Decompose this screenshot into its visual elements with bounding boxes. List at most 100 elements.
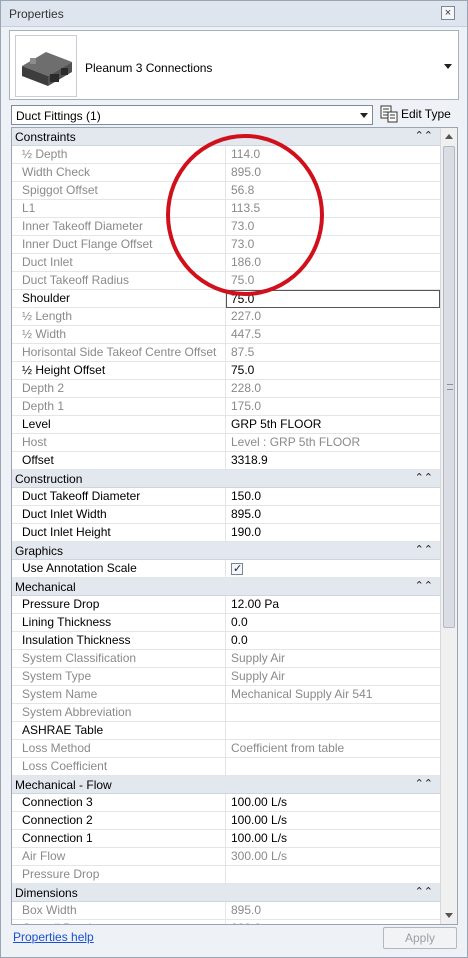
section-header[interactable]: Mechanical ⌃⌃	[12, 578, 441, 596]
property-name: Duct Inlet Height	[12, 524, 226, 542]
property-name: ½ Depth	[12, 146, 226, 164]
property-name: Pressure Drop	[12, 596, 226, 614]
collapse-icon[interactable]: ⌃⌃	[415, 579, 433, 592]
property-value	[227, 704, 441, 722]
section-header[interactable]: Constraints ⌃⌃	[12, 128, 441, 146]
section-header[interactable]: Graphics ⌃⌃	[12, 542, 441, 560]
property-value[interactable]: 12.00 Pa	[227, 596, 441, 614]
collapse-icon[interactable]: ⌃⌃	[415, 129, 433, 142]
property-value: 56.8	[231, 183, 255, 197]
property-value: 229.0	[227, 920, 441, 924]
property-row: Inner Duct Flange Offset 73.0	[12, 236, 441, 254]
close-icon[interactable]: ×	[441, 6, 455, 20]
property-row: Duct Inlet Width 895.0	[12, 506, 441, 524]
property-row: Width Check 895.0	[12, 164, 441, 182]
property-name: Depth 2	[12, 380, 226, 398]
property-value: 175.0	[231, 399, 262, 413]
property-row: Box Width 895.0	[12, 902, 441, 920]
property-value[interactable]: 100.00 L/s	[227, 794, 441, 812]
edit-type-button[interactable]: Edit Type	[378, 103, 458, 125]
property-value: 114.0	[231, 147, 261, 161]
property-value: Level : GRP 5th FLOOR	[231, 435, 361, 449]
window-title: Properties	[9, 7, 64, 21]
collapse-icon[interactable]: ⌃⌃	[415, 885, 433, 898]
property-row: Host Level : GRP 5th FLOOR	[12, 434, 441, 452]
property-row: Loss Coefficient	[12, 758, 441, 776]
section-name: Mechanical - Flow	[15, 778, 112, 792]
section-header[interactable]: Construction ⌃⌃	[12, 470, 441, 488]
property-value[interactable]: 0.0	[227, 614, 441, 632]
property-row: ½ Depth 114.0	[12, 146, 441, 164]
property-row: Duct Takeoff Radius 75.0	[12, 272, 441, 290]
property-row: ½ Width 447.5	[12, 326, 441, 344]
property-name: Horisontal Side Takeof Centre Offset	[12, 344, 226, 362]
title-bar[interactable]: Properties ×	[1, 1, 467, 27]
property-value: 73.0	[231, 219, 255, 233]
annotation-scale-checkbox[interactable]	[231, 561, 243, 578]
property-value[interactable]: GRP 5th FLOOR	[227, 416, 441, 434]
property-row: L1 113.5	[12, 200, 441, 218]
scroll-down-icon[interactable]	[445, 913, 453, 918]
property-value: Mechanical Supply Air 541	[231, 687, 373, 701]
collapse-icon[interactable]: ⌃⌃	[415, 777, 433, 790]
section-name: Construction	[15, 472, 83, 486]
property-row: ½ Length 227.0	[12, 308, 441, 326]
property-name: Spiggot Offset	[12, 182, 226, 200]
property-value: Supply Air	[231, 669, 286, 683]
property-name: Loss Coefficient	[12, 758, 226, 776]
property-name: System Classification	[12, 650, 226, 668]
properties-help-link[interactable]: Properties help	[13, 930, 94, 944]
property-name: Overall Depth	[12, 920, 226, 924]
property-name: Inner Takeoff Diameter	[12, 218, 226, 236]
property-value[interactable]: 3318.9	[227, 452, 441, 470]
property-row: ½ Height Offset 75.0	[12, 362, 441, 380]
property-row: Pressure Drop	[12, 866, 441, 884]
property-name: L1	[12, 200, 226, 218]
apply-button[interactable]: Apply	[383, 927, 457, 949]
property-row: Air Flow 300.00 L/s	[12, 848, 441, 866]
section-name: Constraints	[15, 130, 76, 144]
chevron-down-icon[interactable]	[360, 113, 368, 118]
property-value[interactable]: 100.00 L/s	[227, 812, 441, 830]
chevron-down-icon[interactable]	[444, 64, 452, 69]
property-name: Pressure Drop	[12, 866, 226, 884]
property-name: Depth 1	[12, 398, 226, 416]
property-value: 895.0	[231, 165, 262, 179]
property-value[interactable]: 100.00 L/s	[227, 830, 441, 848]
property-value[interactable]: 190.0	[227, 524, 441, 542]
property-name: Insulation Thickness	[12, 632, 226, 650]
property-value[interactable]: 75.0	[227, 362, 441, 380]
property-value[interactable]	[227, 722, 441, 740]
property-row: Shoulder 75.0	[12, 290, 441, 308]
property-row: ASHRAE Table	[12, 722, 441, 740]
property-row: Depth 1 175.0	[12, 398, 441, 416]
property-value[interactable]: 0.0	[227, 632, 441, 650]
property-name: Box Width	[12, 902, 226, 920]
vertical-scrollbar[interactable]	[440, 128, 457, 924]
type-name: Pleanum 3 Connections	[85, 61, 213, 75]
collapse-icon[interactable]: ⌃⌃	[415, 543, 433, 556]
type-selector[interactable]: Pleanum 3 Connections	[9, 30, 459, 100]
property-row: System Name Mechanical Supply Air 541	[12, 686, 441, 704]
property-name: ½ Width	[12, 326, 226, 344]
property-row: Connection 2 100.00 L/s	[12, 812, 441, 830]
property-value[interactable]: 75.0	[226, 290, 440, 308]
property-value[interactable]: 895.0	[227, 506, 441, 524]
grip-icon	[447, 384, 453, 390]
scroll-thumb[interactable]	[443, 146, 455, 628]
property-value[interactable]: 150.0	[227, 488, 441, 506]
property-name: Width Check	[12, 164, 226, 182]
scroll-up-icon[interactable]	[445, 134, 453, 139]
property-name: Duct Takeoff Diameter	[12, 488, 226, 506]
property-row: Pressure Drop 12.00 Pa	[12, 596, 441, 614]
section-header[interactable]: Mechanical - Flow ⌃⌃	[12, 776, 441, 794]
property-checkbox-cell[interactable]	[227, 560, 441, 578]
property-value: 447.5	[231, 327, 262, 341]
property-row: Loss Method Coefficient from table	[12, 740, 441, 758]
section-header[interactable]: Dimensions ⌃⌃	[12, 884, 441, 902]
property-name: Inner Duct Flange Offset	[12, 236, 226, 254]
instance-filter-dropdown[interactable]: Duct Fittings (1)	[11, 105, 373, 125]
collapse-icon[interactable]: ⌃⌃	[415, 471, 433, 484]
property-value	[227, 866, 441, 884]
property-name: Duct Takeoff Radius	[12, 272, 226, 290]
